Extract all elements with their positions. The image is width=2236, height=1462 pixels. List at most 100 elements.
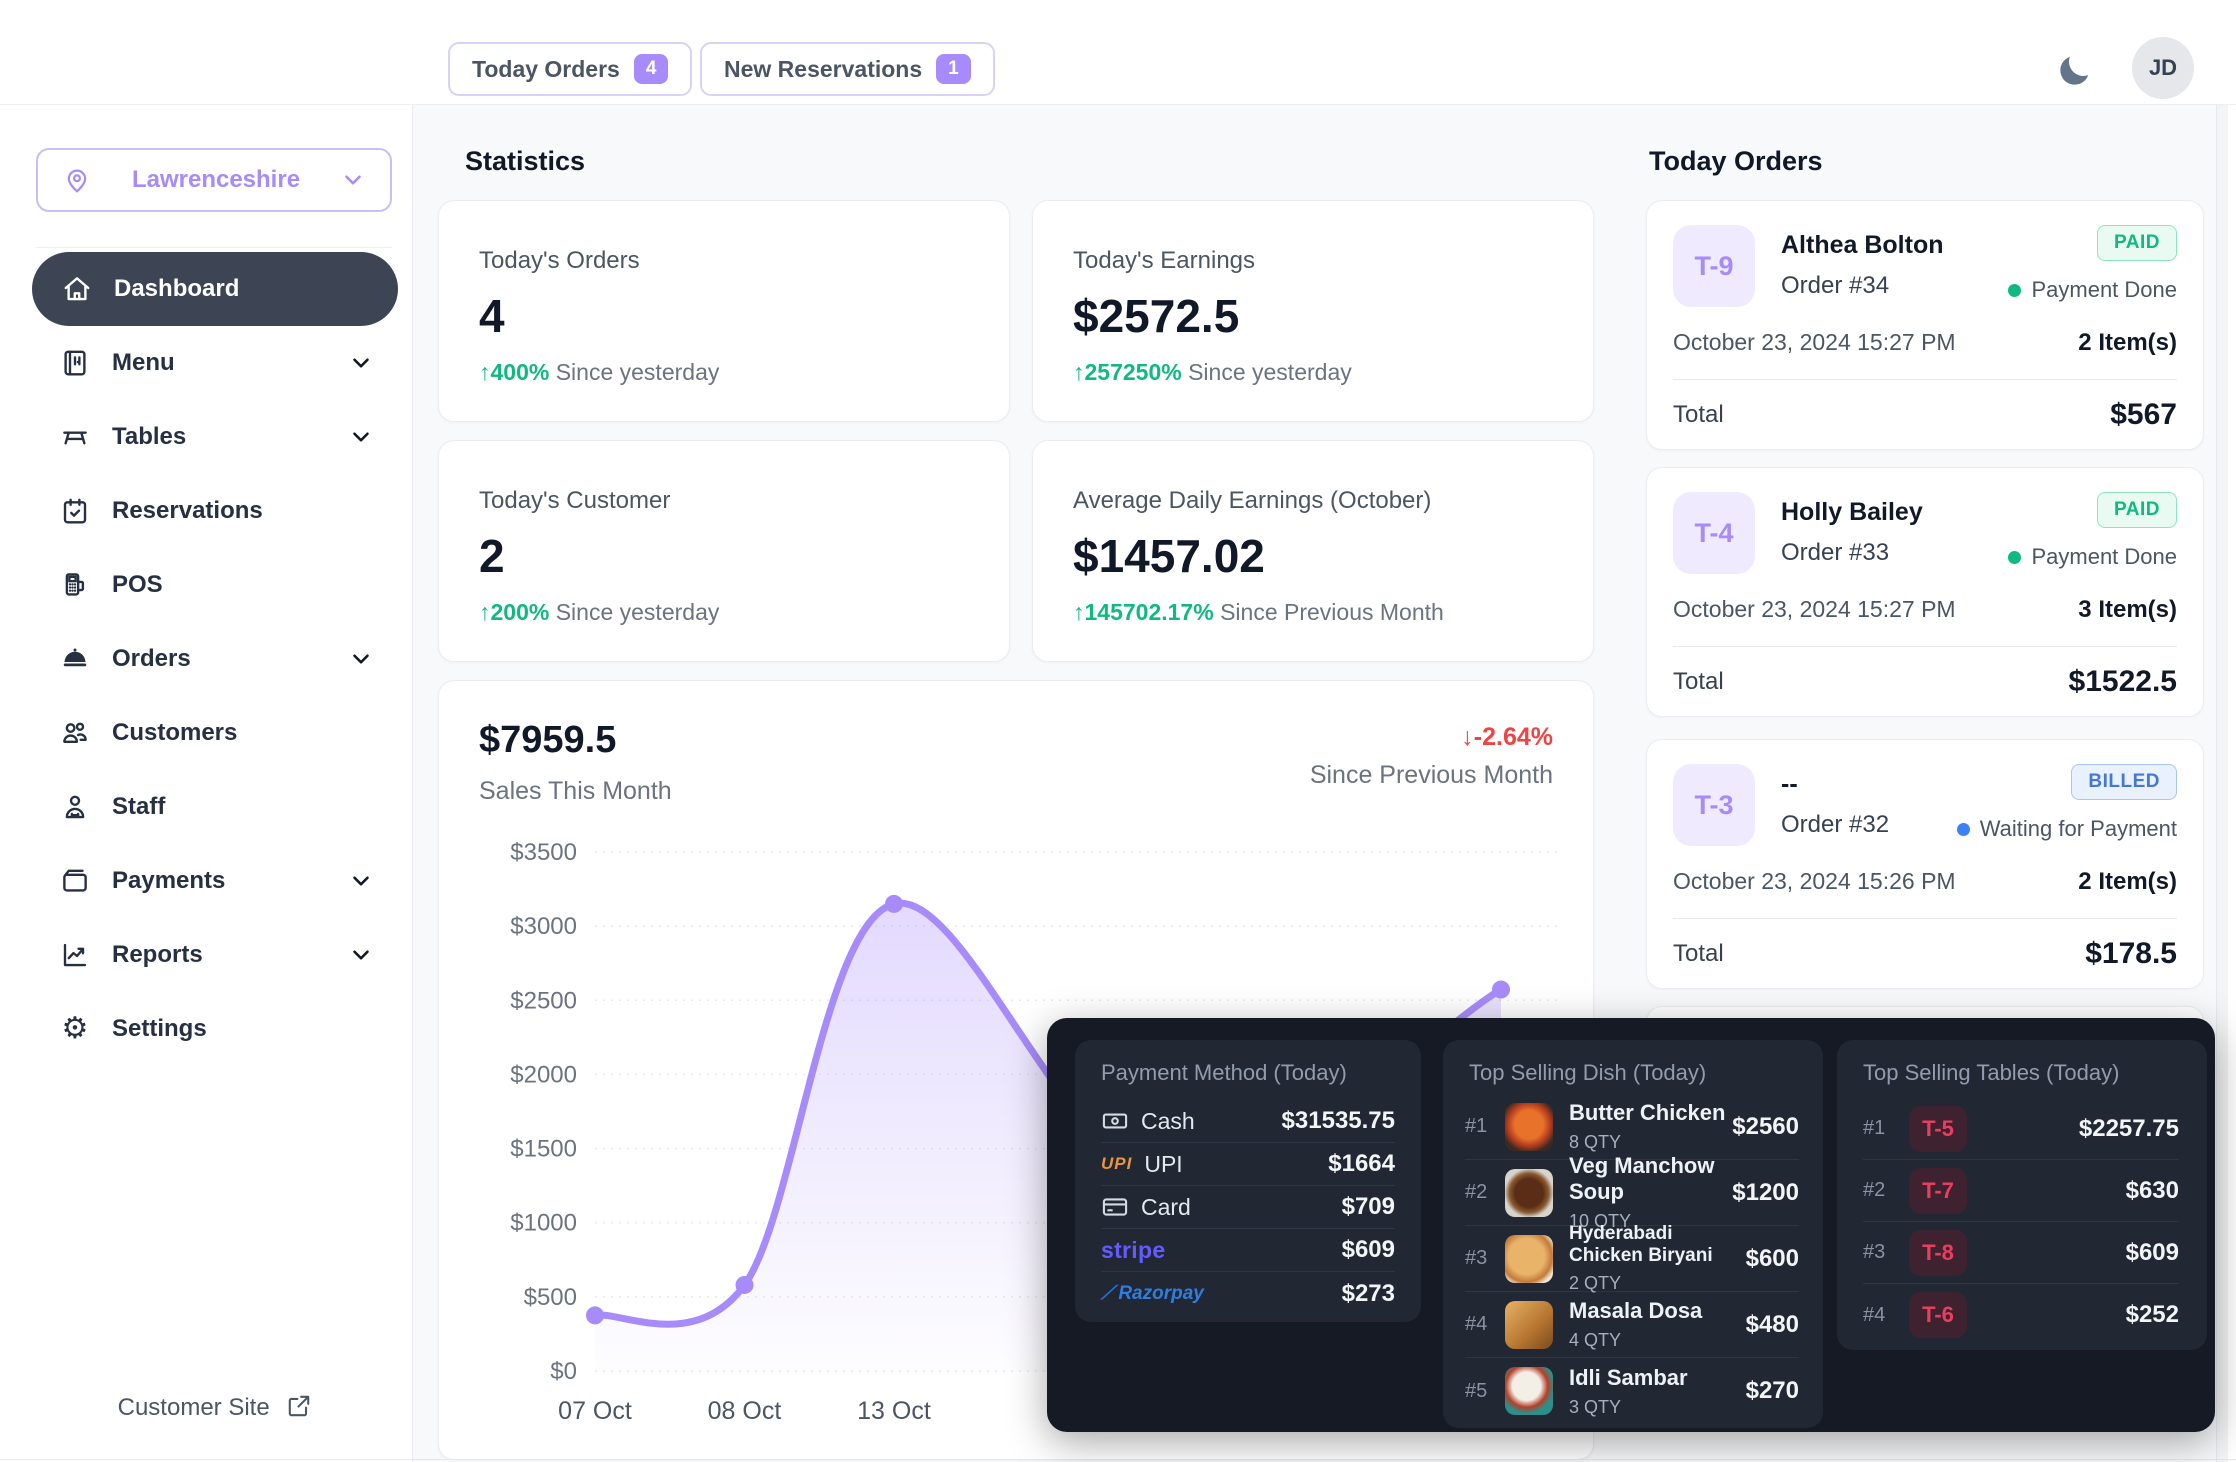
payment-method-panel: Payment Method (Today) Cash $31535.75 UP…: [1075, 1040, 1421, 1322]
status-dot: [2008, 284, 2021, 297]
dish-amount: $480: [1746, 1311, 1799, 1339]
table-number-badge: T-6: [1909, 1292, 1967, 1338]
sidebar-item-menu[interactable]: Menu: [30, 326, 400, 400]
customer-site-label: Customer Site: [118, 1394, 270, 1421]
table-row: #2 T-7 $630: [1863, 1160, 2179, 1222]
dish-name: Hyderabadi Chicken Biryani: [1569, 1223, 1713, 1266]
sidebar-item-label: Customers: [112, 719, 374, 747]
new-reservations-button[interactable]: New Reservations 1: [700, 42, 995, 96]
table-number-badge: T-5: [1909, 1106, 1967, 1152]
sidebar-item-settings[interactable]: ⚙ Settings: [30, 992, 400, 1066]
sidebar-item-label: Staff: [112, 793, 374, 821]
divider: [1673, 646, 2177, 647]
stat-delta: 145702.17%: [1085, 599, 1214, 625]
new-reservations-count-badge: 1: [936, 54, 971, 84]
dish-row: #1 Butter Chicken8 QTY $2560: [1465, 1094, 1799, 1160]
location-pin-icon: [62, 165, 92, 195]
today-orders-button[interactable]: Today Orders 4: [448, 42, 692, 96]
table-rank: #1: [1863, 1117, 1903, 1140]
table-amount: $2257.75: [2079, 1115, 2179, 1143]
payment-method-title: Payment Method (Today): [1101, 1060, 1347, 1086]
order-total: $1522.5: [2069, 665, 2177, 699]
dark-mode-toggle[interactable]: [2052, 50, 2096, 94]
dish-photo: [1505, 1301, 1553, 1349]
dish-amount: $270: [1746, 1377, 1799, 1405]
total-label: Total: [1673, 940, 1724, 968]
pos-terminal-icon: [60, 570, 90, 600]
dish-name: Masala Dosa: [1569, 1298, 1702, 1323]
stat-card-todays-customer: Today's Customer 2 ↑200% Since yesterday: [438, 440, 1010, 662]
sidebar-item-dashboard[interactable]: Dashboard: [32, 252, 398, 326]
user-avatar[interactable]: JD: [2132, 37, 2194, 99]
stat-value: 4: [479, 289, 969, 343]
today-orders-title: Today Orders: [1649, 146, 1823, 177]
sidebar-item-staff[interactable]: Staff: [30, 770, 400, 844]
sidebar-item-orders[interactable]: Orders: [30, 622, 400, 696]
svg-text:$1500: $1500: [510, 1136, 577, 1163]
customer-site-link[interactable]: Customer Site: [30, 1393, 400, 1422]
home-icon: [62, 274, 92, 304]
arrow-up-icon: ↑: [479, 359, 491, 385]
table-icon: [60, 422, 90, 452]
card-icon: [1101, 1193, 1129, 1221]
stat-value: $1457.02: [1073, 529, 1553, 583]
stat-label: Today's Customer: [479, 487, 969, 515]
status-note: Payment Done: [2031, 277, 2177, 303]
status-badge: PAID: [2097, 492, 2177, 528]
avatar-initials: JD: [2149, 55, 2177, 81]
arrow-up-icon: ↑: [479, 599, 491, 625]
sidebar-item-label: Orders: [112, 645, 348, 673]
dish-rank: #1: [1465, 1115, 1505, 1138]
status-note: Waiting for Payment: [1980, 816, 2177, 842]
divider: [1673, 379, 2177, 380]
sidebar-item-payments[interactable]: Payments: [30, 844, 400, 918]
table-amount: $252: [2126, 1301, 2179, 1329]
dish-row: #4 Masala Dosa4 QTY $480: [1465, 1292, 1799, 1358]
sidebar-item-reports[interactable]: Reports: [30, 918, 400, 992]
status-dot: [2008, 551, 2021, 564]
sidebar-item-pos[interactable]: POS: [30, 548, 400, 622]
sidebar-item-tables[interactable]: Tables: [30, 400, 400, 474]
dish-row: #3 Hyderabadi Chicken Biryani2 QTY $600: [1465, 1226, 1799, 1292]
sidebar-item-label: Payments: [112, 867, 348, 895]
external-link-icon: [286, 1393, 312, 1419]
svg-text:$0: $0: [550, 1358, 577, 1385]
order-card[interactable]: T-4 Holly Bailey Order #33 PAID Payment …: [1646, 467, 2204, 717]
dish-qty: 8 QTY: [1569, 1132, 1732, 1153]
stat-delta: 200%: [491, 599, 550, 625]
table-badge: T-4: [1673, 492, 1755, 574]
order-card[interactable]: T-9 Althea Bolton Order #34 PAID Payment…: [1646, 200, 2204, 450]
svg-text:$3000: $3000: [510, 913, 577, 940]
dish-amount: $2560: [1732, 1113, 1799, 1141]
stripe-logo: stripe: [1101, 1237, 1165, 1264]
order-card[interactable]: T-3 -- Order #32 BILLED Waiting for Paym…: [1646, 739, 2204, 989]
sidebar-item-label: Dashboard: [114, 275, 372, 303]
dish-row: #5 Idli Sambar3 QTY $270: [1465, 1358, 1799, 1424]
sidebar-item-customers[interactable]: Customers: [30, 696, 400, 770]
order-datetime: October 23, 2024 15:27 PM: [1673, 329, 1956, 357]
svg-text:$500: $500: [524, 1284, 577, 1311]
dish-qty: 3 QTY: [1569, 1397, 1746, 1418]
payment-method-name: Cash: [1141, 1108, 1195, 1135]
order-number: Order #33: [1781, 539, 2008, 567]
location-selector[interactable]: Lawrenceshire: [36, 148, 392, 212]
menu-book-icon: [60, 348, 90, 378]
today-orders-count-badge: 4: [634, 54, 669, 84]
order-datetime: October 23, 2024 15:27 PM: [1673, 596, 1956, 624]
stat-card-average-daily-earnings: Average Daily Earnings (October) $1457.0…: [1032, 440, 1594, 662]
report-chart-icon: [60, 940, 90, 970]
order-number: Order #32: [1781, 811, 1957, 839]
svg-text:$2000: $2000: [510, 1061, 577, 1088]
upi-logo: UPI: [1101, 1154, 1132, 1174]
svg-text:$2500: $2500: [510, 987, 577, 1014]
chevron-down-icon: [348, 350, 374, 376]
payment-row: Card $709: [1101, 1186, 1395, 1229]
top-bar: Today Orders 4 New Reservations 1 JD: [0, 0, 2236, 105]
dish-name: Idli Sambar: [1569, 1365, 1688, 1390]
order-total: $178.5: [2085, 937, 2177, 971]
sidebar-item-label: Menu: [112, 349, 348, 377]
payment-row: UPI UPI $1664: [1101, 1143, 1395, 1186]
sidebar-item-reservations[interactable]: Reservations: [30, 474, 400, 548]
stat-card-todays-earnings: Today's Earnings $2572.5 ↑257250% Since …: [1032, 200, 1594, 422]
scrollbar[interactable]: [2216, 0, 2228, 1462]
